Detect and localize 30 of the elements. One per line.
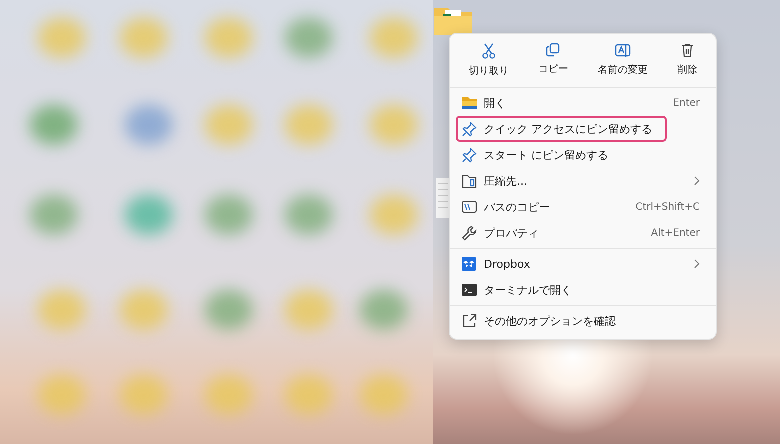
path-icon bbox=[462, 201, 477, 213]
open-external-icon bbox=[462, 314, 477, 328]
scissors-icon bbox=[482, 43, 496, 59]
menu-item[interactable]: プロパティ Alt+Enter bbox=[456, 220, 710, 246]
menu-item[interactable]: Dropbox bbox=[456, 251, 710, 277]
delete-button[interactable]: 削除 bbox=[671, 40, 704, 81]
shortcut-text: Alt+Enter bbox=[651, 228, 700, 238]
cut-button[interactable]: 切り取り bbox=[462, 40, 515, 81]
dropbox-icon bbox=[462, 257, 476, 271]
shortcut-text: Enter bbox=[673, 98, 700, 108]
menu-item[interactable]: ターミナルで開く bbox=[456, 277, 710, 303]
pin-icon bbox=[462, 122, 477, 136]
menu-item[interactable]: クイック アクセスにピン留めする bbox=[456, 116, 666, 142]
trash-icon bbox=[680, 43, 694, 58]
menu-item[interactable]: パスのコピー Ctrl+Shift+C bbox=[456, 194, 710, 220]
pin-icon bbox=[462, 148, 477, 162]
menu-item[interactable]: スタート にピン留めする bbox=[456, 142, 710, 168]
wrench-icon bbox=[462, 226, 477, 240]
copy-button[interactable]: コピー bbox=[532, 40, 574, 81]
copy-icon bbox=[546, 43, 560, 57]
rename-icon bbox=[614, 43, 631, 58]
zip-folder-icon bbox=[462, 174, 477, 188]
terminal-icon bbox=[462, 284, 477, 296]
menu-item[interactable]: 圧縮先... bbox=[456, 168, 710, 194]
shortcut-text: Ctrl+Shift+C bbox=[636, 202, 700, 212]
document-icon[interactable] bbox=[436, 178, 450, 218]
folder-icon bbox=[462, 97, 477, 109]
rename-button[interactable]: 名前の変更 bbox=[592, 40, 654, 81]
menu-item[interactable]: 開く Enter bbox=[456, 90, 710, 116]
menu-item[interactable]: その他のオプションを確認 bbox=[456, 308, 710, 334]
